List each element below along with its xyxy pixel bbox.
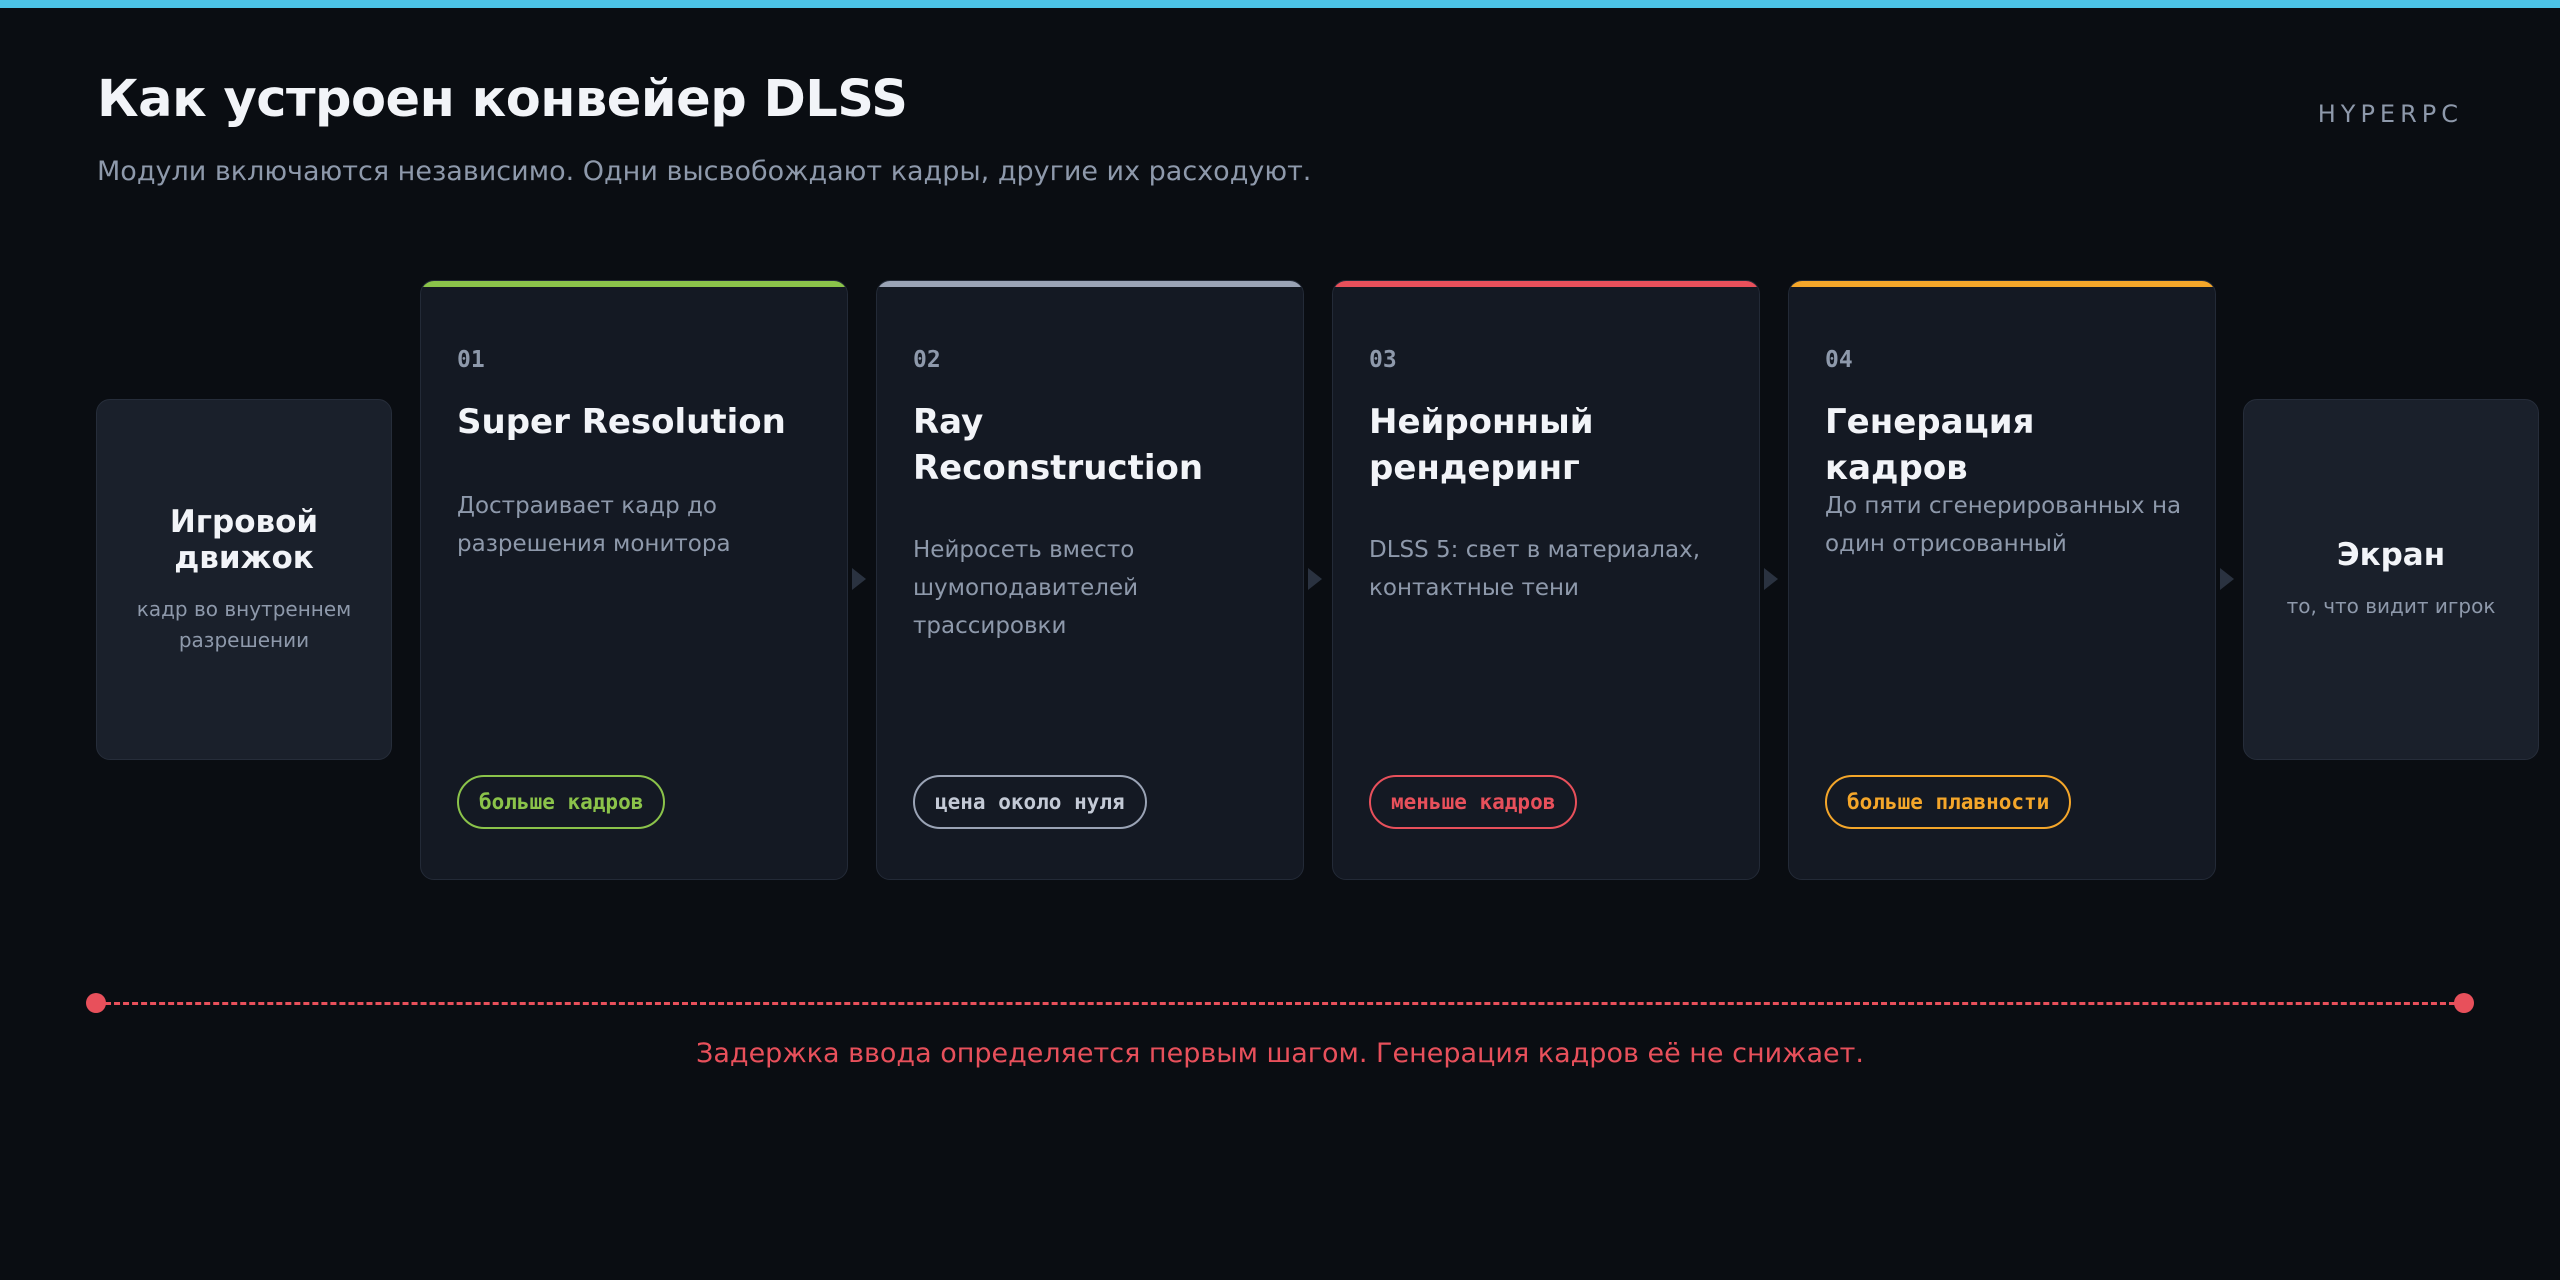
latency-end-dot: [2454, 993, 2474, 1013]
stage-title: Нейронный рендеринг: [1369, 402, 1594, 488]
stage-card-frame-generation: 04 Генерация кадров До пяти сгенерирован…: [1788, 280, 2216, 880]
stage-effect-badge: меньше кадров: [1369, 775, 1578, 829]
brand-logo: HYPERPC: [2317, 100, 2463, 128]
stage-accent-bar: [1789, 281, 2215, 287]
stage-title: Ray Reconstruction: [913, 402, 1204, 488]
arrow-right-icon: [1308, 568, 1322, 590]
stage-effect-badge: больше кадров: [457, 775, 666, 829]
latency-start-dot: [86, 993, 106, 1013]
output-title: Экран: [2336, 537, 2446, 573]
arrow-right-icon: [2220, 568, 2234, 590]
latency-note: Задержка ввода определяется первым шагом…: [696, 1038, 1864, 1069]
top-accent-bar: [0, 0, 2560, 8]
stage-accent-bar: [421, 281, 847, 287]
stage-number: 01: [457, 347, 485, 373]
stage-number: 03: [1369, 347, 1397, 373]
stage-card-neural-rendering: 03 Нейронный рендеринг DLSS 5: свет в ма…: [1332, 280, 1760, 880]
stage-card-super-resolution: 01 Super Resolution Достраивает кадр до …: [420, 280, 848, 880]
output-subtitle: то, что видит игрок: [2286, 594, 2496, 618]
input-subtitle: кадр во внутреннем разрешении: [136, 596, 352, 652]
input-title: Игровой движок: [169, 503, 319, 576]
stage-effect-badge: цена около нуля: [913, 775, 1147, 829]
stage-title: Генерация кадров: [1825, 402, 2035, 488]
arrow-right-icon: [1764, 568, 1778, 590]
stage-description: Достраивает кадр до разрешения монитора: [457, 493, 731, 557]
stage-number: 04: [1825, 347, 1853, 373]
stage-description: Нейросеть вместо шумоподавителей трассир…: [913, 537, 1139, 639]
page-title: Как устроен конвейер DLSS: [97, 70, 908, 129]
stage-title: Super Resolution: [457, 402, 786, 442]
pipeline-output-screen: Экран то, что видит игрок: [2243, 399, 2539, 760]
stage-effect-badge: больше плавности: [1825, 775, 2072, 829]
stage-accent-bar: [877, 281, 1303, 287]
stage-number: 02: [913, 347, 941, 373]
stage-card-ray-reconstruction: 02 Ray Reconstruction Нейросеть вместо ш…: [876, 280, 1304, 880]
stage-description: До пяти сгенерированных на один отрисова…: [1825, 493, 2182, 557]
stage-accent-bar: [1333, 281, 1759, 287]
page-subtitle: Модули включаются независимо. Одни высво…: [97, 156, 1312, 187]
arrow-right-icon: [852, 568, 866, 590]
stage-description: DLSS 5: свет в материалах, контактные те…: [1369, 537, 1701, 601]
pipeline-input-game-engine: Игровой движок кадр во внутреннем разреш…: [96, 399, 392, 760]
latency-dashed-line: [96, 1002, 2464, 1005]
